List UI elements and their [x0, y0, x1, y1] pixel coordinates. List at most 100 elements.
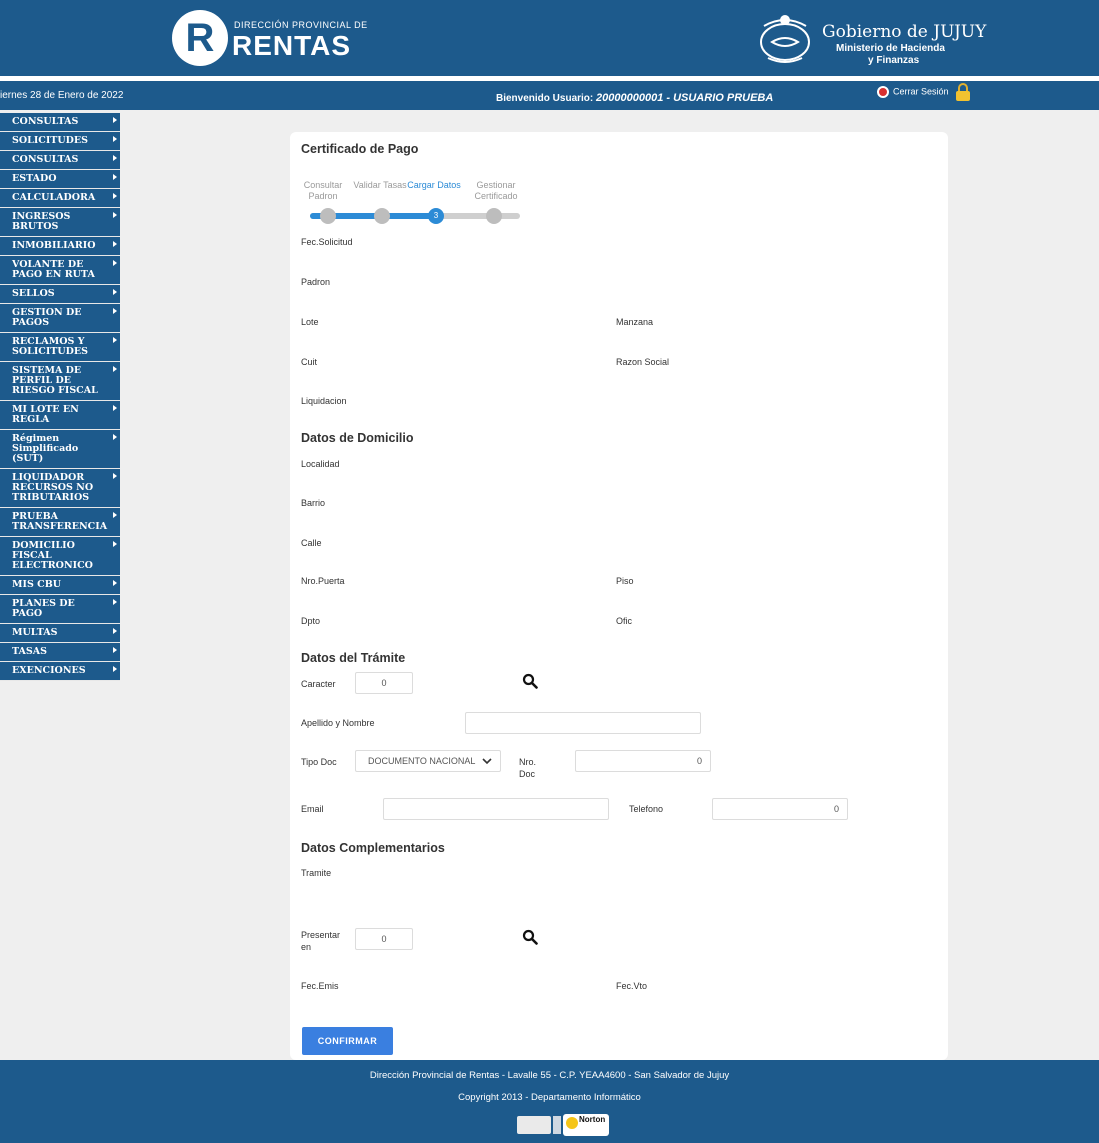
- nro-doc-input[interactable]: 0: [575, 750, 711, 772]
- footer-address: Dirección Provincial de Rentas - Lavalle…: [369, 1070, 730, 1081]
- apellido-nombre-input[interactable]: [465, 712, 701, 734]
- welcome-prefix: Bienvenido Usuario:: [496, 93, 597, 104]
- sidebar-item-label: LIQUIDADOR RECURSOS NO TRIBUTARIOS: [12, 472, 94, 503]
- sidebar-item-label: PLANES DE PAGO: [12, 598, 75, 619]
- sidebar-item[interactable]: SELLOS: [0, 285, 120, 304]
- sidebar-item[interactable]: MULTAS: [0, 624, 120, 643]
- security-badges: Norton: [517, 1114, 609, 1136]
- label-fec-solicitud: Fec.Solicitud: [301, 237, 353, 247]
- chevron-right-icon: [113, 241, 117, 247]
- sidebar-item[interactable]: PLANES DE PAGO: [0, 595, 120, 624]
- sidebar-item-label: SELLOS: [12, 288, 55, 299]
- chevron-right-icon: [113, 136, 117, 142]
- secure-lock-badge-icon: [553, 1116, 561, 1134]
- logout-label: Cerrar Sesión: [893, 86, 949, 97]
- label-dpto: Dpto: [301, 616, 321, 626]
- sidebar-item-label: MULTAS: [12, 627, 58, 638]
- label-nro-puerta: Nro.Puerta: [301, 576, 345, 586]
- section-complementarios: Datos Complementarios: [301, 841, 445, 855]
- sidebar-item[interactable]: INGRESOS BRUTOS: [0, 208, 120, 237]
- sidebar-item[interactable]: TASAS: [0, 643, 120, 662]
- sidebar-item[interactable]: GESTION DE PAGOS: [0, 304, 120, 333]
- sidebar-item[interactable]: INMOBILIARIO: [0, 237, 120, 256]
- label-ofic: Ofic: [616, 616, 633, 626]
- label-email: Email: [301, 804, 324, 814]
- chevron-right-icon: [113, 155, 117, 161]
- norton-badge[interactable]: Norton: [563, 1114, 609, 1136]
- step-cargar-datos: Cargar Datos: [407, 180, 461, 190]
- search-icon[interactable]: [522, 673, 538, 689]
- lock-icon[interactable]: [954, 83, 972, 101]
- chevron-right-icon: [113, 193, 117, 199]
- sidebar-item[interactable]: RECLAMOS Y SOLICITUDES: [0, 333, 120, 362]
- telefono-input[interactable]: 0: [712, 798, 848, 820]
- sidebar-item[interactable]: SOLICITUDES: [0, 132, 120, 151]
- chevron-right-icon: [113, 337, 117, 343]
- confirm-button[interactable]: CONFIRMAR: [302, 1027, 393, 1055]
- sidebar-item-label: CONSULTAS: [12, 154, 79, 165]
- label-cuit: Cuit: [301, 357, 318, 367]
- label-razon-social: Razon Social: [616, 357, 670, 367]
- chevron-right-icon: [113, 117, 117, 123]
- certisur-badge-icon[interactable]: [517, 1116, 551, 1134]
- sidebar-item[interactable]: Régimen Simplificado (SUT): [0, 430, 120, 469]
- welcome-user: 20000000001 - USUARIO PRUEBA: [596, 92, 774, 104]
- chevron-right-icon: [113, 580, 117, 586]
- chevron-right-icon: [113, 434, 117, 440]
- label-caracter: Caracter: [301, 679, 336, 689]
- label-barrio: Barrio: [301, 498, 326, 508]
- sidebar-item[interactable]: MI LOTE EN REGLA: [0, 401, 120, 430]
- chevron-right-icon: [113, 628, 117, 634]
- sidebar-item[interactable]: CALCULADORA: [0, 189, 120, 208]
- sidebar-item[interactable]: VOLANTE DE PAGO EN RUTA: [0, 256, 120, 285]
- sidebar-item[interactable]: PRUEBA TRANSFERENCIA: [0, 508, 120, 537]
- sidebar-item-label: SISTEMA DE PERFIL DE RIESGO FISCAL: [12, 365, 98, 396]
- step-dot-1: [320, 208, 336, 224]
- current-date: iernes 28 de Enero de 2022: [0, 90, 124, 101]
- norton-label: Norton: [579, 1115, 606, 1124]
- email-input[interactable]: [383, 798, 609, 820]
- sidebar-item-label: SOLICITUDES: [12, 135, 88, 146]
- sidebar-item[interactable]: EXENCIONES: [0, 662, 120, 681]
- sidebar-item-label: DOMICILIO FISCAL ELECTRONICO: [12, 540, 93, 571]
- top-header: R DIRECCIÓN PROVINCIAL DE RENTAS Gobiern…: [0, 0, 1099, 76]
- chevron-right-icon: [113, 473, 117, 479]
- logout-link[interactable]: Cerrar Sesión: [877, 86, 949, 98]
- logo-superscript: DIRECCIÓN PROVINCIAL DE: [234, 20, 368, 30]
- sidebar-item-label: CALCULADORA: [12, 192, 96, 203]
- sidebar-item[interactable]: MIS CBU: [0, 576, 120, 595]
- sidebar-item[interactable]: LIQUIDADOR RECURSOS NO TRIBUTARIOS: [0, 469, 120, 508]
- label-manzana: Manzana: [616, 317, 654, 327]
- sidebar-item[interactable]: ESTADO: [0, 170, 120, 189]
- sidebar-item[interactable]: CONSULTAS: [0, 151, 120, 170]
- sidebar-item-label: ESTADO: [12, 173, 57, 184]
- footer-copyright: Copyright 2013 - Departamento Informátic…: [458, 1092, 641, 1103]
- chevron-right-icon: [113, 289, 117, 295]
- certificate-form-panel: Certificado de Pago Consultar Padron Val…: [290, 132, 948, 1060]
- sidebar-item-label: TASAS: [12, 646, 48, 657]
- gov-title: Gobierno de JUJUY: [822, 22, 987, 42]
- jujuy-emblem-icon: [760, 15, 810, 63]
- chevron-right-icon: [113, 599, 117, 605]
- chevron-right-icon: [113, 647, 117, 653]
- step-dot-2: [374, 208, 390, 224]
- section-tramite: Datos del Trámite: [301, 651, 406, 665]
- search-icon[interactable]: [522, 929, 538, 945]
- sidebar-item-label: MI LOTE EN REGLA: [12, 404, 79, 425]
- chevron-down-icon: [482, 758, 492, 765]
- sidebar-item-label: VOLANTE DE PAGO EN RUTA: [12, 259, 95, 280]
- info-bar: iernes 28 de Enero de 2022 Bienvenido Us…: [0, 81, 1099, 110]
- sidebar-item[interactable]: SISTEMA DE PERFIL DE RIESGO FISCAL: [0, 362, 120, 401]
- label-localidad: Localidad: [301, 459, 340, 469]
- label-telefono: Telefono: [629, 804, 664, 814]
- chevron-right-icon: [113, 512, 117, 518]
- tipo-doc-select[interactable]: DOCUMENTO NACIONAL: [355, 750, 501, 772]
- rentas-logo-icon[interactable]: R: [172, 10, 228, 66]
- label-fec-vto: Fec.Vto: [616, 981, 648, 991]
- label-presentar-en: Presentar en: [301, 930, 341, 952]
- presentar-en-input[interactable]: 0: [355, 928, 413, 950]
- label-tramite: Tramite: [301, 868, 332, 878]
- sidebar-item[interactable]: DOMICILIO FISCAL ELECTRONICO: [0, 537, 120, 576]
- caracter-input[interactable]: 0: [355, 672, 413, 694]
- sidebar-item[interactable]: CONSULTAS: [0, 113, 120, 132]
